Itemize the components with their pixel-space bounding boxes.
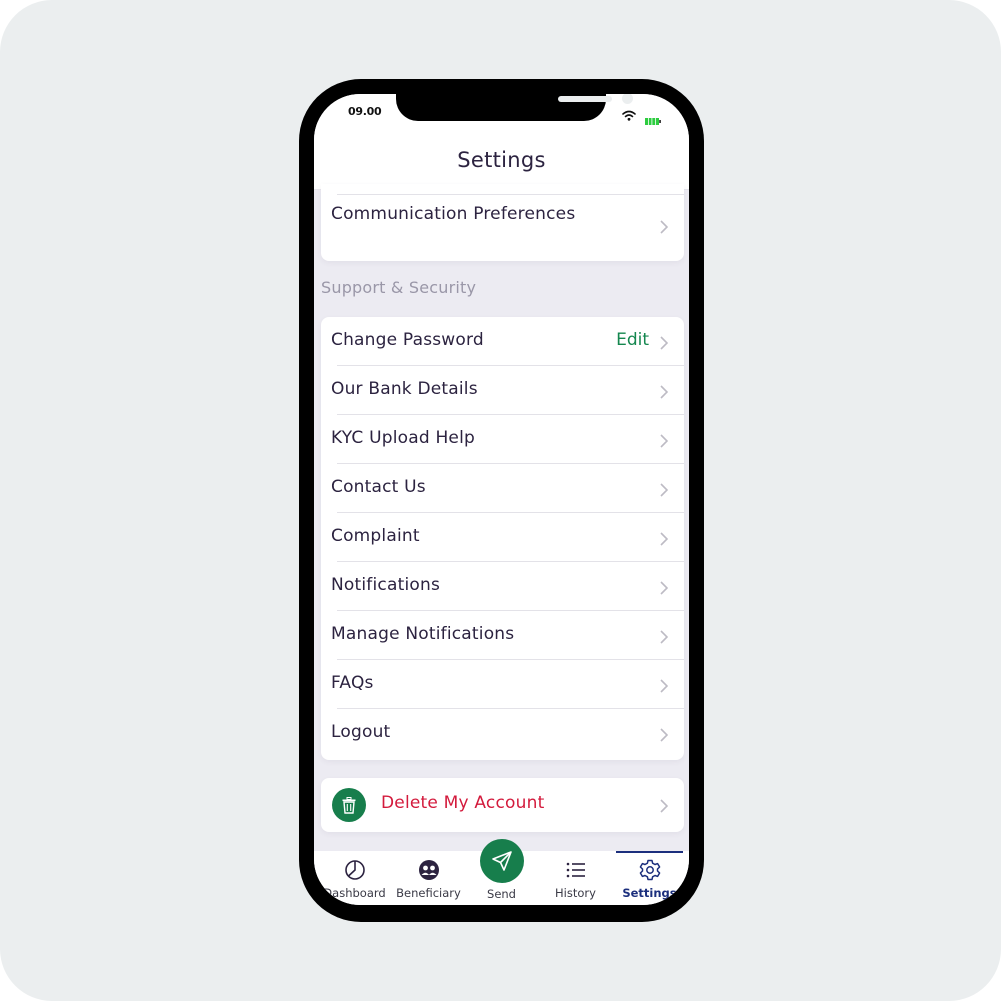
item-label: Change Password <box>331 330 484 350</box>
section-label-support-security: Support & Security <box>321 278 477 297</box>
settings-item-our-bank-details[interactable]: Our Bank Details <box>321 366 684 415</box>
chevron-right-icon <box>660 798 669 817</box>
users-icon <box>418 859 440 885</box>
wifi-icon <box>622 106 636 125</box>
speaker-grille <box>558 96 612 102</box>
send-icon <box>479 839 524 883</box>
settings-item-faqs[interactable]: FAQs <box>321 660 684 709</box>
battery-icon <box>645 110 661 125</box>
pie-chart-icon <box>344 859 366 885</box>
status-time: 09.00 <box>348 105 382 118</box>
chevron-right-icon <box>660 727 669 746</box>
settings-item-change-password[interactable]: Change Password Edit <box>321 317 684 366</box>
tab-settings[interactable]: Settings <box>612 851 687 905</box>
chevron-right-icon <box>660 482 669 501</box>
item-label: Complaint <box>331 526 420 546</box>
tab-label: Settings <box>622 886 677 900</box>
settings-content[interactable]: Communication Preferences Support & Secu… <box>314 184 689 853</box>
chevron-right-icon <box>660 384 669 403</box>
edit-link[interactable]: Edit <box>616 330 649 350</box>
support-security-card: Change Password Edit Our Bank Details KY… <box>321 317 684 760</box>
phone-notch <box>396 94 633 121</box>
item-label: KYC Upload Help <box>331 428 475 448</box>
preferences-card: Communication Preferences <box>321 184 684 261</box>
item-label: Manage Notifications <box>331 624 515 644</box>
item-label: FAQs <box>331 673 374 693</box>
delete-account-label: Delete My Account <box>381 793 545 813</box>
item-label: Contact Us <box>331 477 426 497</box>
chevron-right-icon <box>660 580 669 599</box>
settings-item-notifications[interactable]: Notifications <box>321 562 684 611</box>
item-label: Notifications <box>331 575 440 595</box>
settings-item-contact-us[interactable]: Contact Us <box>321 464 684 513</box>
item-label: Logout <box>331 722 391 742</box>
chevron-right-icon <box>660 678 669 697</box>
chevron-right-icon <box>660 433 669 452</box>
page-title: Settings <box>457 148 546 172</box>
chevron-right-icon <box>660 335 669 354</box>
gear-icon <box>639 859 661 885</box>
chevron-right-icon <box>660 629 669 648</box>
settings-item-communication-preferences[interactable]: Communication Preferences <box>321 194 684 261</box>
item-label: Communication Preferences <box>331 204 576 224</box>
settings-item-manage-notifications[interactable]: Manage Notifications <box>321 611 684 660</box>
page-header: Settings <box>314 134 689 190</box>
list-icon <box>565 859 587 885</box>
item-label: Our Bank Details <box>331 379 478 399</box>
delete-account-button[interactable]: Delete My Account <box>321 778 684 832</box>
divider <box>337 194 684 195</box>
settings-item-logout[interactable]: Logout <box>321 709 684 758</box>
phone-screen: 09.00 Settings Communication Preferences… <box>314 94 689 905</box>
chevron-right-icon <box>660 531 669 550</box>
settings-item-kyc-upload-help[interactable]: KYC Upload Help <box>321 415 684 464</box>
chevron-right-icon <box>660 219 669 238</box>
phone-frame: 09.00 Settings Communication Preferences… <box>299 79 704 922</box>
trash-icon <box>332 788 366 822</box>
bottom-tab-bar: Dashboard Beneficiary Send History Setti… <box>314 839 689 905</box>
settings-item-complaint[interactable]: Complaint <box>321 513 684 562</box>
